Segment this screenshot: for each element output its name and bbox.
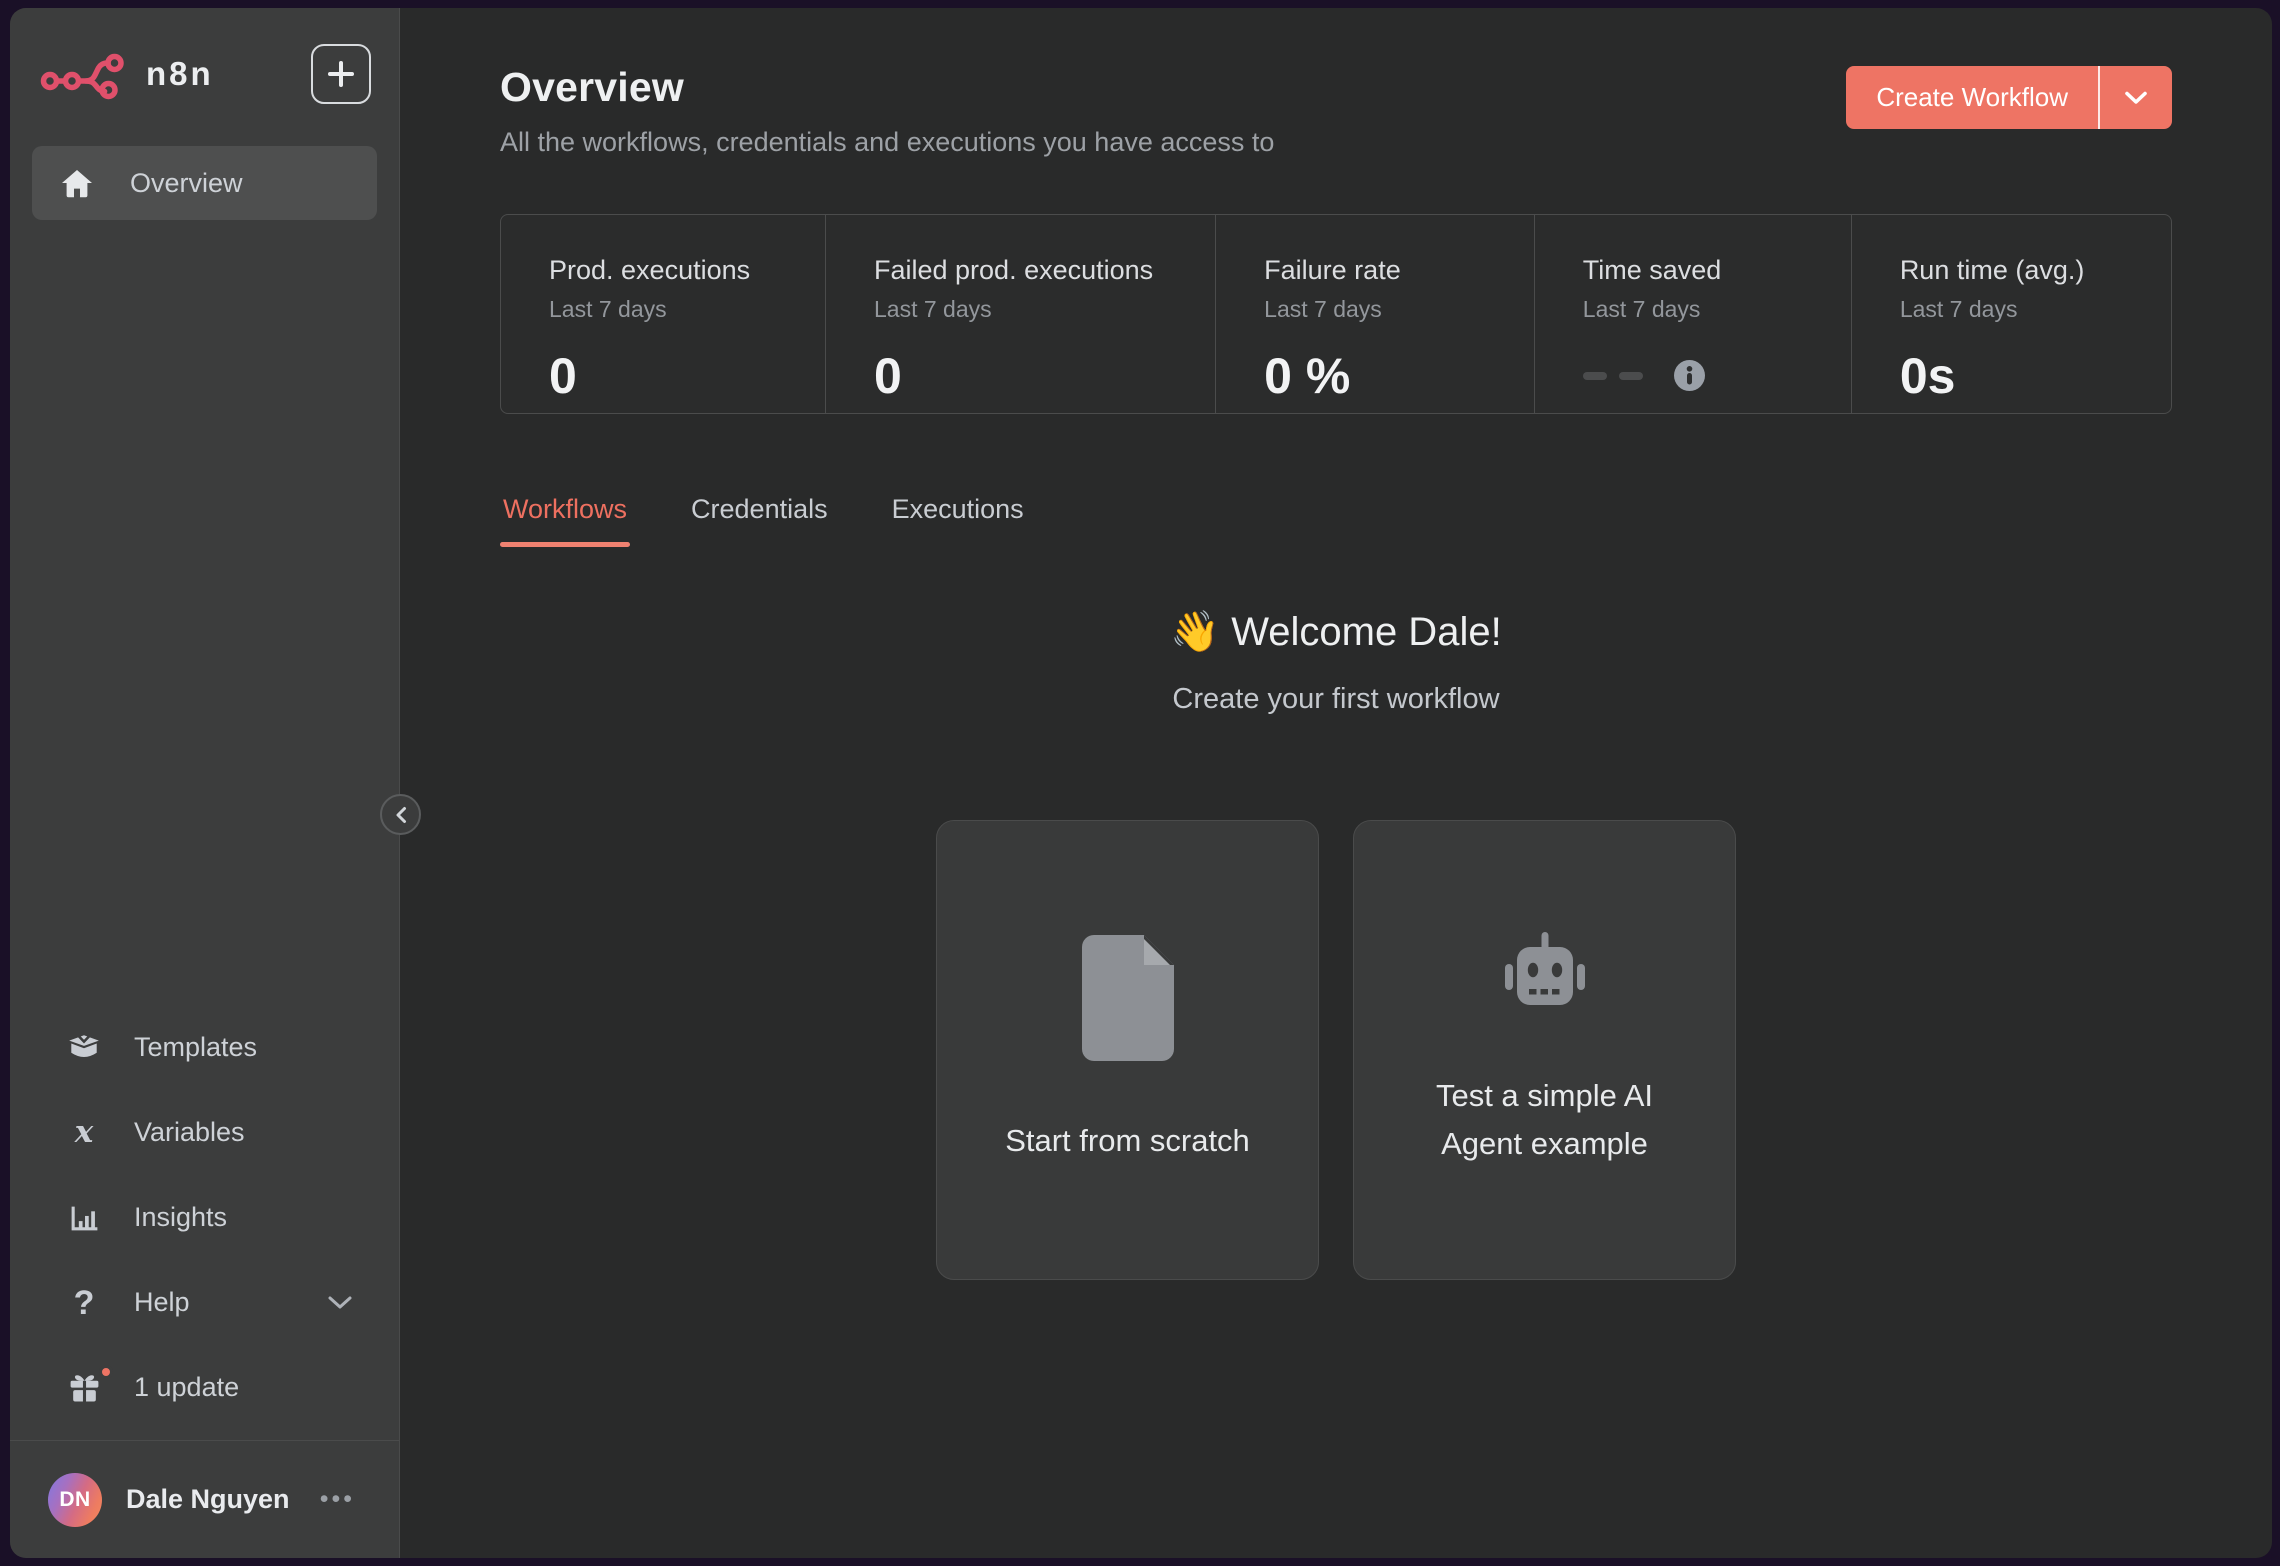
sidebar-item-label: Templates xyxy=(134,1032,257,1063)
variable-x-icon: x xyxy=(75,1117,93,1148)
main-content: Overview All the workflows, credentials … xyxy=(400,8,2272,1558)
sidebar: n8n Overview xyxy=(10,8,400,1558)
stat-card-time-saved: Time saved Last 7 days xyxy=(1534,215,1851,413)
card-label: Test a simple AI Agent example xyxy=(1436,1072,1653,1168)
stat-value: 0 % xyxy=(1264,347,1514,405)
stat-title: Time saved xyxy=(1583,255,1831,286)
sidebar-item-templates[interactable]: Templates xyxy=(10,1005,399,1090)
tab-credentials[interactable]: Credentials xyxy=(688,494,831,547)
dash xyxy=(1619,372,1643,380)
tab-workflows[interactable]: Workflows xyxy=(500,494,630,547)
box-icon xyxy=(66,1032,102,1064)
start-from-scratch-card[interactable]: Start from scratch xyxy=(936,820,1319,1280)
starter-cards-row: Start from scratch xyxy=(500,820,2172,1280)
question-icon: ? xyxy=(74,1286,95,1320)
dash xyxy=(1583,372,1607,380)
welcome-greeting: 👋 Welcome Dale! xyxy=(500,608,2172,655)
sidebar-item-label: Insights xyxy=(134,1202,227,1233)
sidebar-bottom-nav: Templates x Variables Insights xyxy=(10,1005,399,1440)
stat-value: 0s xyxy=(1900,347,2151,405)
chevron-left-icon xyxy=(393,805,409,825)
chevron-down-icon xyxy=(2124,91,2148,105)
tabs-row: Workflows Credentials Executions xyxy=(500,494,2172,548)
sidebar-item-updates[interactable]: 1 update xyxy=(10,1345,399,1430)
user-menu-dots-icon[interactable]: ••• xyxy=(320,1485,355,1514)
create-workflow-button[interactable]: Create Workflow xyxy=(1846,66,2172,129)
bar-chart-icon xyxy=(68,1202,101,1233)
card-label-line2: Agent example xyxy=(1441,1126,1648,1161)
ai-agent-example-card[interactable]: Test a simple AI Agent example xyxy=(1353,820,1736,1280)
stat-card-run-time: Run time (avg.) Last 7 days 0s xyxy=(1851,215,2171,413)
create-workflow-label[interactable]: Create Workflow xyxy=(1846,66,2098,129)
sidebar-item-insights[interactable]: Insights xyxy=(10,1175,399,1260)
home-icon xyxy=(60,168,94,199)
stat-period: Last 7 days xyxy=(549,296,805,323)
create-workflow-dropdown[interactable] xyxy=(2100,66,2172,129)
welcome-prompt: Create your first workflow xyxy=(500,683,2172,716)
stats-bar: Prod. executions Last 7 days 0 Failed pr… xyxy=(500,214,2172,414)
plus-icon xyxy=(326,59,356,89)
stat-value-placeholder xyxy=(1583,359,1831,392)
stat-value: 0 xyxy=(549,347,805,405)
stat-card-failure-rate: Failure rate Last 7 days 0 % xyxy=(1215,215,1534,413)
stat-title: Run time (avg.) xyxy=(1900,255,2151,286)
info-icon[interactable] xyxy=(1673,359,1706,392)
page-subtitle: All the workflows, credentials and execu… xyxy=(500,127,2172,158)
user-name: Dale Nguyen xyxy=(126,1484,290,1515)
sidebar-item-label: 1 update xyxy=(134,1372,239,1403)
app-window: n8n Overview xyxy=(10,8,2272,1558)
file-icon xyxy=(1082,935,1174,1061)
stat-period: Last 7 days xyxy=(1264,296,1514,323)
card-label: Start from scratch xyxy=(1005,1117,1250,1165)
notification-dot xyxy=(99,1365,113,1379)
sidebar-item-help[interactable]: ? Help xyxy=(10,1260,399,1345)
card-label-line1: Test a simple AI xyxy=(1436,1078,1653,1113)
stat-card-failed-prod-executions: Failed prod. executions Last 7 days 0 xyxy=(825,215,1215,413)
avatar[interactable]: DN xyxy=(48,1473,102,1527)
stat-period: Last 7 days xyxy=(1583,296,1831,323)
logo-text: n8n xyxy=(146,55,214,93)
n8n-logo-icon xyxy=(40,48,128,100)
gift-icon xyxy=(67,1371,102,1404)
add-workflow-button[interactable] xyxy=(311,44,371,104)
logo-row: n8n xyxy=(10,8,399,138)
stat-period: Last 7 days xyxy=(874,296,1195,323)
sidebar-item-label: Variables xyxy=(134,1117,245,1148)
sidebar-item-overview[interactable]: Overview xyxy=(32,146,377,220)
sidebar-spacer xyxy=(10,220,399,1005)
sidebar-item-label: Help xyxy=(134,1287,190,1318)
stat-title: Failed prod. executions xyxy=(874,255,1195,286)
sidebar-item-label: Overview xyxy=(130,168,243,199)
stat-title: Failure rate xyxy=(1264,255,1514,286)
robot-icon xyxy=(1493,932,1597,1028)
stat-period: Last 7 days xyxy=(1900,296,2151,323)
chevron-down-icon xyxy=(327,1295,353,1310)
tab-executions[interactable]: Executions xyxy=(889,494,1027,547)
stat-value: 0 xyxy=(874,347,1195,405)
stat-title: Prod. executions xyxy=(549,255,805,286)
sidebar-collapse-button[interactable] xyxy=(380,794,421,835)
user-section[interactable]: DN Dale Nguyen ••• xyxy=(10,1440,399,1558)
stat-card-prod-executions: Prod. executions Last 7 days 0 xyxy=(501,215,825,413)
welcome-section: 👋 Welcome Dale! Create your first workfl… xyxy=(500,608,2172,1280)
sidebar-item-variables[interactable]: x Variables xyxy=(10,1090,399,1175)
